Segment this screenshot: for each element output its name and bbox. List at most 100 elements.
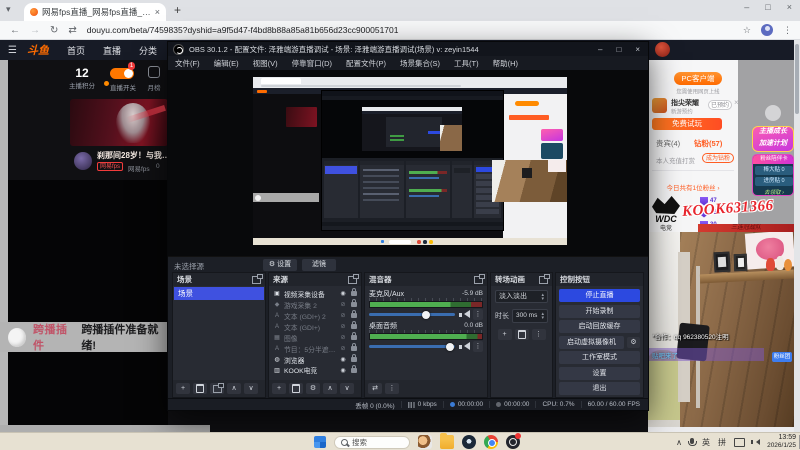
browser-close-button[interactable]: ×	[787, 2, 792, 12]
growth-footer-link[interactable]: 去领取 ›	[753, 188, 793, 195]
back-icon[interactable]: ←	[10, 25, 20, 36]
spinner-icon[interactable]: ▴ ▾	[541, 311, 544, 320]
plugin-ball-icon[interactable]	[8, 327, 26, 347]
speaker-tray-icon[interactable]	[751, 439, 760, 445]
visibility-eye-icon[interactable]: ◉	[339, 290, 347, 297]
menu-profile[interactable]: 配置文件(P)	[339, 58, 393, 69]
nav-item-live[interactable]: 直播	[103, 44, 121, 57]
popout-icon[interactable]	[539, 273, 550, 284]
url-input[interactable]: douyu.com/beta/7459835?dyshid=a9f5d47-f4…	[87, 25, 743, 35]
start-button[interactable]	[314, 436, 326, 448]
studio-mode-button[interactable]: 工作室模式	[559, 351, 640, 364]
speaker-icon[interactable]	[459, 342, 470, 351]
transition-menu-button[interactable]: ⋮	[531, 329, 546, 340]
reload-icon[interactable]: ↻	[50, 25, 58, 36]
volume-slider[interactable]	[369, 310, 455, 319]
visibility-eye-icon[interactable]: ◉	[339, 356, 347, 363]
nav-item-category[interactable]: 分类	[139, 44, 157, 57]
card-close-icon[interactable]: ×	[734, 98, 739, 107]
source-up-button[interactable]: ∧	[323, 383, 337, 394]
visibility-eye-off-icon[interactable]: ⊘	[339, 301, 347, 308]
scene-item-selected[interactable]: 场景	[174, 287, 264, 300]
fans-club-badge[interactable]: 粉丝团	[772, 352, 792, 362]
site-info-icon[interactable]: ⇄	[68, 25, 76, 36]
file-explorer-icon[interactable]	[440, 433, 454, 449]
tray-chevron-icon[interactable]: ∧	[676, 438, 682, 447]
remove-source-button[interactable]	[289, 383, 303, 394]
mic-tray-icon[interactable]	[688, 438, 697, 446]
advanced-audio-button[interactable]: ⇄	[368, 383, 382, 394]
virtual-camera-config-button[interactable]: ⚙	[627, 336, 640, 348]
tab-diamond-fans[interactable]: 钻粉(57)	[694, 138, 722, 149]
volume-slider[interactable]	[369, 342, 455, 351]
source-row[interactable]: ▥ KOOK电竞 ◉	[270, 365, 360, 375]
visibility-eye-off-icon[interactable]: ⊘	[339, 345, 347, 352]
start-replay-buffer-button[interactable]: 启动回放缓存	[559, 320, 640, 333]
lock-icon[interactable]	[351, 321, 357, 329]
menu-help[interactable]: 帮助(H)	[486, 58, 525, 69]
source-row[interactable]: A 文本 (GDI+) 2 ⊘	[270, 310, 360, 321]
browser-menu-icon[interactable]: ⋮	[783, 25, 792, 36]
duration-field[interactable]: 300 ms ▴ ▾	[512, 308, 548, 323]
obs-preview[interactable]: KOOK631366	[168, 70, 648, 256]
scene-down-button[interactable]: ∨	[244, 383, 258, 394]
source-settings-button[interactable]: ⚙ 设置	[263, 259, 297, 271]
menu-docks[interactable]: 停靠窗口(D)	[285, 58, 339, 69]
lock-icon[interactable]	[351, 310, 357, 318]
remove-scene-button[interactable]	[193, 383, 207, 394]
start-recording-button[interactable]: 开始录制	[559, 304, 640, 318]
scenes-dock-header[interactable]: 场景	[173, 273, 265, 286]
growth-panel[interactable]: 粉丝陪伴卡 棒大贴 0 进房贴 0 去领取 ›	[752, 154, 794, 196]
exit-button[interactable]: 退出	[559, 382, 640, 395]
tab-vip[interactable]: 贵宾(4)	[656, 138, 680, 149]
ime-language[interactable]: 英	[702, 437, 710, 448]
user-avatar[interactable]	[655, 42, 670, 57]
menu-view[interactable]: 视图(V)	[246, 58, 285, 69]
source-row[interactable]: ◆ 游戏采集 2 ⊘	[270, 299, 360, 310]
source-properties-button[interactable]: ⚙	[306, 383, 320, 394]
reserved-button[interactable]: 已预约	[708, 100, 732, 110]
ime-mode[interactable]: 拼	[718, 437, 726, 448]
promo-banner[interactable]	[70, 99, 168, 146]
stop-streaming-button[interactable]: 停止直播	[559, 289, 640, 302]
become-fan-button[interactable]: 成为钻粉	[702, 153, 734, 163]
lock-icon[interactable]	[351, 332, 357, 340]
scene-filters-button[interactable]	[210, 382, 224, 394]
mixer-dock-header[interactable]: 混音器	[365, 273, 487, 286]
nav-item-home[interactable]: 首页	[67, 44, 85, 57]
obs-titlebar[interactable]: OBS 30.1.2 - 配置文件: 泽雅端游直播调试 - 场景: 泽雅端游直播…	[168, 42, 648, 56]
source-row[interactable]: A 文本 (GDI+) ⊘	[270, 321, 360, 332]
transition-select[interactable]: 淡入淡出 ▴ ▾	[495, 290, 548, 303]
video-player-area[interactable]	[8, 180, 168, 425]
fans-today-link[interactable]: 今日共有1位粉丝 ›	[648, 182, 738, 192]
visibility-eye-icon[interactable]: ◉	[339, 367, 347, 374]
menu-scene-collection[interactable]: 场景集合(S)	[393, 58, 447, 69]
settings-button[interactable]: 设置	[559, 366, 640, 380]
obs-close-button[interactable]: ×	[635, 45, 640, 54]
douyu-logo[interactable]: 斗鱼	[27, 42, 49, 58]
add-source-button[interactable]: +	[272, 383, 286, 394]
sources-dock-header[interactable]: 来源	[269, 273, 361, 286]
obs-taskbar-icon[interactable]	[506, 433, 521, 449]
popout-icon[interactable]	[474, 273, 485, 284]
tab-close-icon[interactable]: ×	[155, 7, 160, 17]
menu-edit[interactable]: 编辑(E)	[207, 58, 246, 69]
page-scrollbar-thumb[interactable]	[795, 44, 799, 114]
mixer-menu-button[interactable]: ⋮	[385, 383, 399, 394]
add-scene-button[interactable]: +	[176, 383, 190, 394]
browser-tab[interactable]: 网易fps直播_网易fps直播_网易 ×	[24, 3, 166, 21]
browser-maximize-button[interactable]: □	[765, 2, 770, 12]
new-tab-button[interactable]: +	[174, 3, 181, 17]
obs-maximize-button[interactable]: □	[616, 45, 621, 54]
hamburger-icon[interactable]: ☰	[8, 45, 17, 56]
taskbar-widgets-icon[interactable]	[418, 435, 432, 449]
steam-icon[interactable]	[462, 435, 476, 449]
tab-search-chevron-icon[interactable]: ▾	[6, 4, 11, 15]
add-transition-button[interactable]: +	[497, 329, 512, 340]
controls-dock-header[interactable]: 控制按钮	[556, 273, 643, 286]
visibility-eye-off-icon[interactable]: ⊘	[339, 323, 347, 330]
transitions-dock-header[interactable]: 转场动画	[491, 273, 552, 286]
taskbar-clock[interactable]: 13:59 2026/1/25	[767, 434, 796, 450]
channel-menu-icon[interactable]: ⋮	[473, 309, 483, 320]
popout-icon[interactable]	[348, 273, 359, 284]
